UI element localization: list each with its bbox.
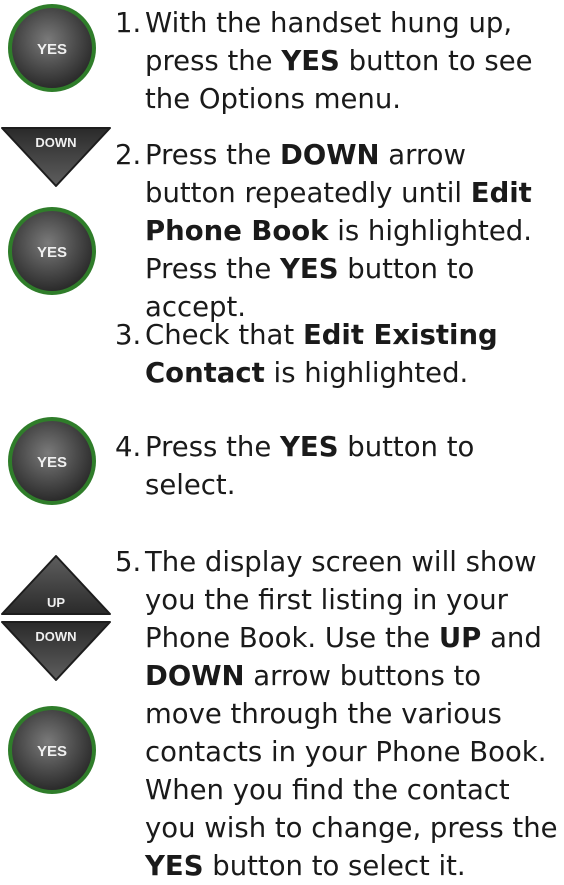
step-text: Check that Edit Existing Contact is high… — [145, 319, 498, 389]
up-label: UP — [47, 595, 65, 610]
yes-label: YES — [37, 244, 67, 261]
step-number: 1. — [115, 7, 142, 39]
yes-label: YES — [37, 41, 67, 58]
step-5: 5. The display screen will show you the … — [115, 543, 561, 885]
down-arrow-icon: DOWN — [0, 620, 112, 686]
down-label: DOWN — [35, 135, 76, 150]
step-4: 4. Press the YES button to select. — [115, 428, 561, 504]
step-text: With the handset hung up, press the YES … — [145, 7, 533, 115]
step-3: 3. Check that Edit Existing Contact is h… — [115, 316, 561, 392]
yes-button-icon: YES — [4, 702, 100, 802]
yes-label: YES — [37, 743, 67, 760]
up-arrow-icon: UP — [0, 554, 112, 620]
down-label: DOWN — [35, 629, 76, 644]
step-1: 1. With the handset hung up, press the Y… — [115, 4, 561, 118]
down-arrow-icon: DOWN — [0, 126, 112, 192]
yes-button-icon: YES — [4, 203, 100, 303]
step-number: 5. — [115, 546, 142, 578]
yes-button-icon: YES — [4, 0, 100, 100]
step-text: Press the DOWN arrow button repeatedly u… — [145, 139, 532, 323]
yes-button-icon: YES — [4, 413, 100, 513]
step-2: 2. Press the DOWN arrow button repeatedl… — [115, 136, 561, 326]
step-number: 3. — [115, 319, 142, 351]
step-text: Press the YES button to select. — [145, 431, 475, 501]
step-text: The display screen will show you the fir… — [145, 546, 558, 882]
step-number: 4. — [115, 431, 142, 463]
yes-label: YES — [37, 454, 67, 471]
step-number: 2. — [115, 139, 142, 171]
